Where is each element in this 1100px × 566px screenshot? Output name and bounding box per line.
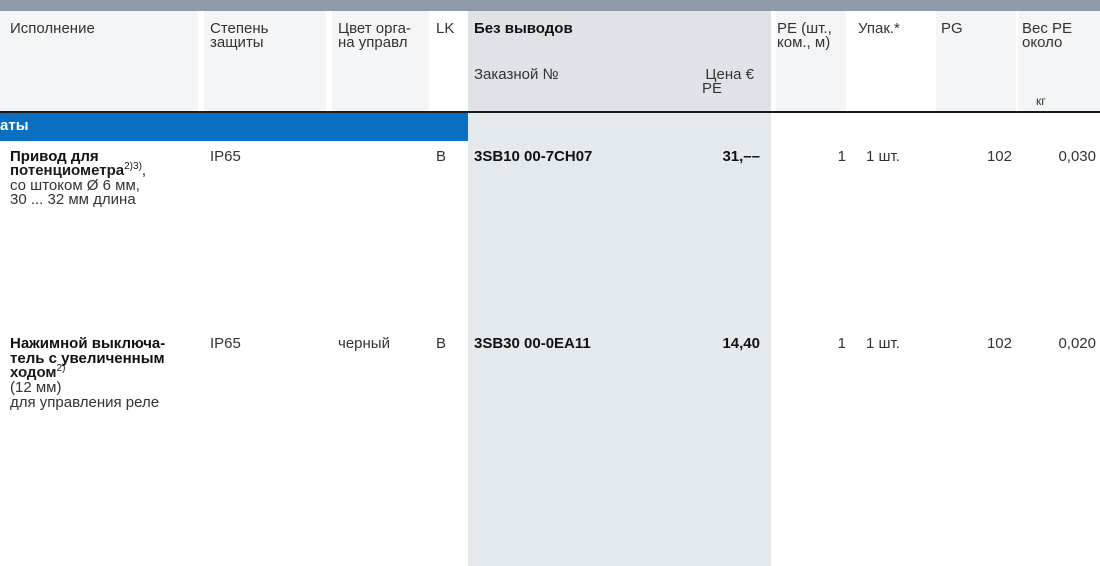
header-protection-2: защиты <box>210 34 264 51</box>
row-order-number: 3SB10 00-7CH07 <box>474 148 593 165</box>
header-execution: Исполнение <box>10 20 95 37</box>
row-desc-line: для управления реле <box>10 394 160 411</box>
header-weight-2: около <box>1022 34 1063 51</box>
header-weight-unit: кг <box>1036 94 1046 108</box>
header-price-2: PE <box>701 80 722 97</box>
section-bar: аты <box>0 113 468 141</box>
row-desc-line: (12 мм) <box>10 379 62 396</box>
section-title: аты <box>0 117 29 134</box>
row-pe: 1 <box>837 148 846 165</box>
row-weight: 0,020 <box>1058 335 1096 352</box>
row-weight: 0,030 <box>1058 148 1096 165</box>
top-bar <box>0 0 1100 11</box>
row-price: 14,40 <box>722 335 760 352</box>
header-no-leads: Без выводов <box>474 20 573 37</box>
row-name-line: потенциометра2)3), <box>10 161 147 179</box>
header-order-no: Заказной № <box>474 66 559 83</box>
row-pg: 102 <box>986 148 1012 165</box>
header-color-2: на управл <box>338 34 408 51</box>
row-pe: 1 <box>837 335 846 352</box>
row-desc-line: 30 ... 32 мм длина <box>10 191 136 208</box>
row-color: черный <box>338 335 390 352</box>
row-protection: IP65 <box>210 148 241 165</box>
row-pack: 1 шт. <box>866 148 900 165</box>
header-pg: PG <box>941 20 963 37</box>
row-name-line: Нажимной выключа- <box>10 335 166 352</box>
row-protection: IP65 <box>210 335 241 352</box>
row-pack: 1 шт. <box>866 335 900 352</box>
row-lk: B <box>436 335 447 352</box>
row-price: 31,–– <box>722 148 760 165</box>
row-lk: B <box>436 148 447 165</box>
header-pe-2: ком., м) <box>777 34 831 51</box>
row-pg: 102 <box>986 335 1012 352</box>
row-name-line: ходом2) <box>10 363 66 381</box>
row-order-number: 3SB30 00-0EA11 <box>474 335 591 352</box>
header-pack: Упак.* <box>858 20 900 37</box>
header-lk: LK <box>436 20 455 37</box>
